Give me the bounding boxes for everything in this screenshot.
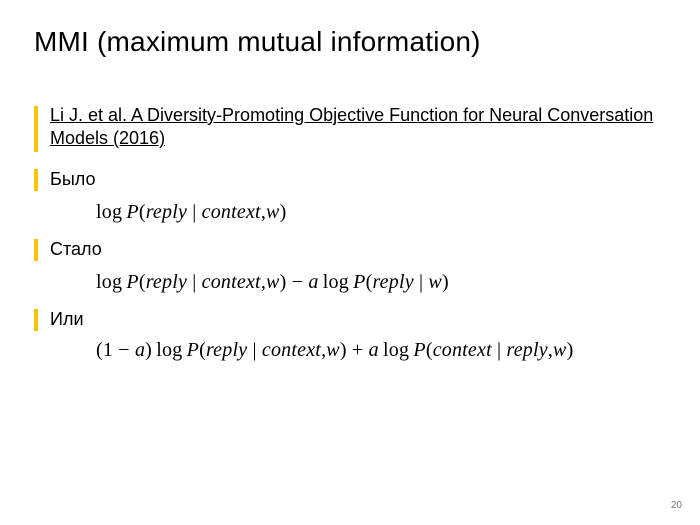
- bullet-bar: [34, 309, 38, 331]
- was-label: Было: [50, 168, 95, 190]
- slide-title: MMI (maximum mutual information): [34, 26, 666, 58]
- was-line: Было: [34, 168, 666, 191]
- equation-became: log P(reply | context,w) − a log P(reply…: [96, 271, 666, 294]
- equation-or: (1 − a) log P(reply | context,w) + a log…: [96, 339, 666, 362]
- or-label: Или: [50, 308, 84, 330]
- bullet-bar: [34, 239, 38, 261]
- reference-text: Li J. et al. A Diversity-Promoting Objec…: [50, 104, 666, 150]
- reference-line: Li J. et al. A Diversity-Promoting Objec…: [34, 104, 666, 152]
- slide: MMI (maximum mutual information) Li J. e…: [0, 0, 700, 525]
- equation-was: log P(reply | context,w): [96, 201, 666, 224]
- or-line: Или: [34, 308, 666, 331]
- bullet-bar: [34, 106, 38, 152]
- became-line: Стало: [34, 238, 666, 261]
- page-number: 20: [671, 500, 682, 511]
- bullet-bar: [34, 169, 38, 191]
- became-label: Стало: [50, 238, 102, 260]
